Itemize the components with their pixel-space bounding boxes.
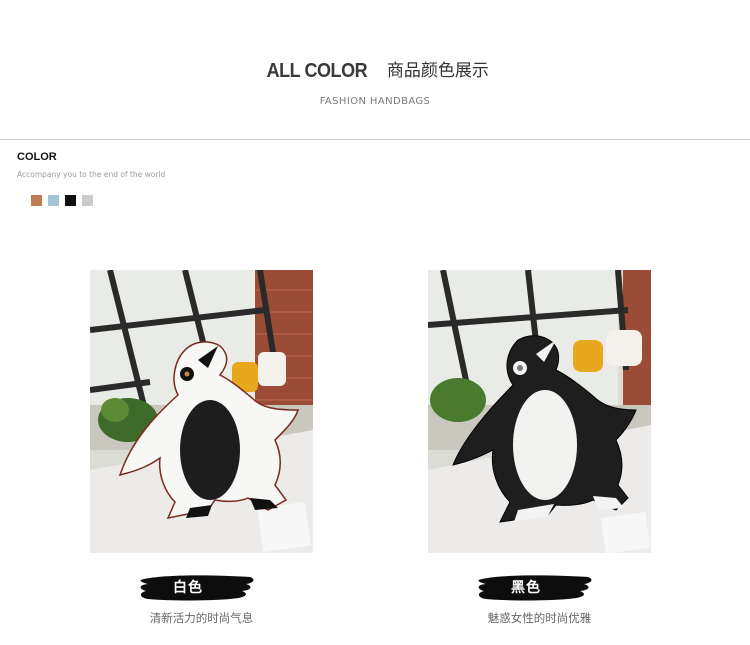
color-name-brush-white: 白色 — [138, 573, 258, 603]
product-photo-white[interactable] — [90, 270, 313, 553]
color-name-black: 黑色 — [511, 580, 541, 596]
color-swatch[interactable] — [82, 195, 93, 206]
color-label: COLOR — [17, 151, 57, 163]
color-swatch[interactable] — [31, 195, 42, 206]
header-subtitle: FASHION HANDBAGS — [319, 96, 431, 107]
product-caption-black: 魅惑女性的时尚优雅 — [487, 611, 592, 625]
color-description: Accompany you to the end of the world — [17, 170, 166, 179]
product-card-white[interactable]: 白色 清新活力的时尚气息 — [90, 270, 313, 625]
product-photo-black[interactable] — [428, 270, 651, 553]
product-caption-white: 清新活力的时尚气息 — [149, 611, 254, 625]
title-chinese: 商品颜色展示 — [386, 61, 489, 81]
section-divider — [0, 139, 750, 140]
color-name-brush-black: 黑色 — [476, 573, 596, 603]
color-name-white: 白色 — [173, 580, 203, 596]
color-swatches — [31, 195, 93, 206]
color-swatch[interactable] — [65, 195, 76, 206]
color-swatch[interactable] — [48, 195, 59, 206]
title-english: ALL COLOR — [266, 60, 368, 82]
header-title: ALL COLOR 商品颜色展示 — [0, 56, 750, 83]
product-card-black[interactable]: 黑色 魅惑女性的时尚优雅 — [428, 270, 651, 625]
